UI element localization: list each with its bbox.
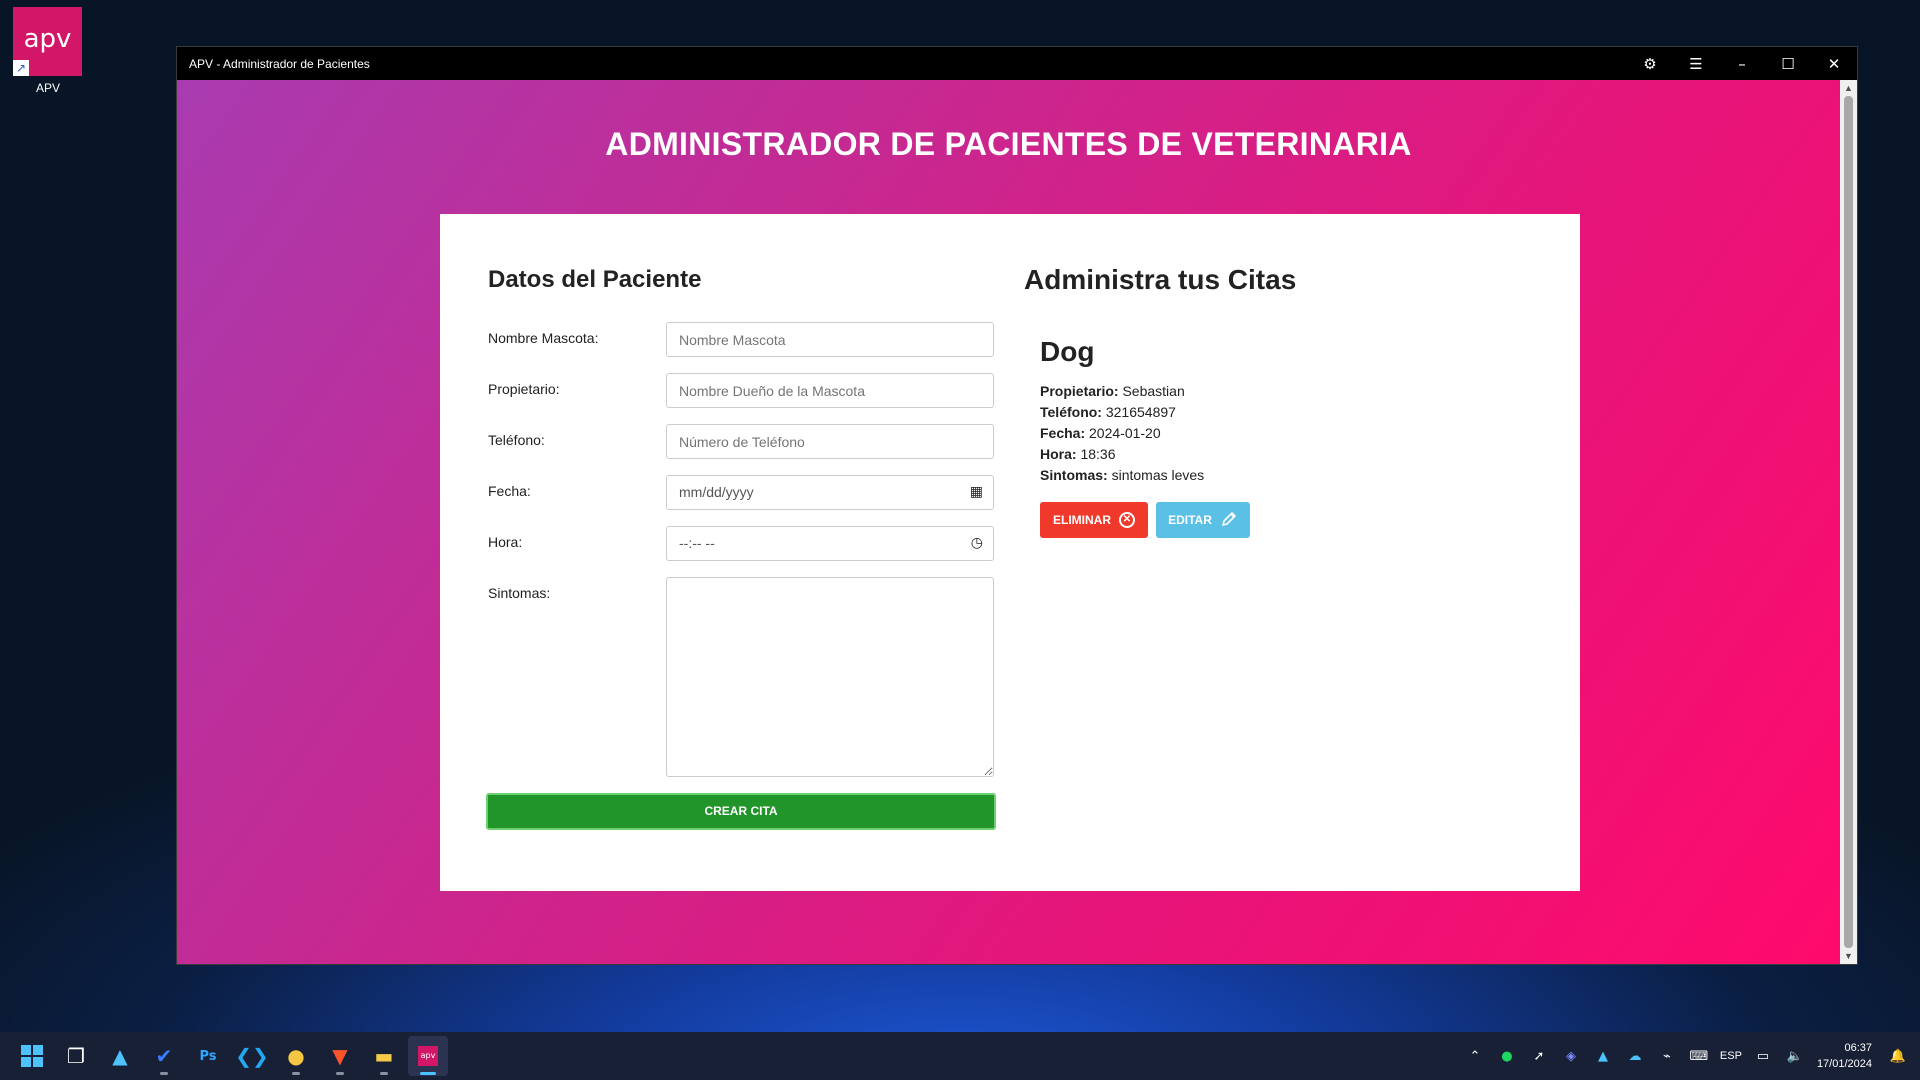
cita-propietario: Propietario: Sebastian <box>1040 383 1185 399</box>
close-icon[interactable]: ✕ <box>1811 47 1857 80</box>
notification-icon[interactable]: 🔔 <box>1882 1049 1914 1064</box>
shortcut-arrow-icon: ↗ <box>13 60 29 76</box>
clock-icon[interactable]: ◷ <box>971 527 983 560</box>
editar-button[interactable]: EDITAR <box>1156 502 1250 538</box>
mascota-label: Nombre Mascota: <box>488 330 599 346</box>
cita-sintomas-value: sintomas leves <box>1111 467 1205 483</box>
photoshop-icon[interactable]: Ps <box>188 1036 228 1076</box>
cita-hora-value: 18:36 <box>1080 446 1116 462</box>
maximize-icon[interactable]: ☐ <box>1765 47 1811 80</box>
clock-time: 06:37 <box>1844 1042 1872 1054</box>
shield-icon[interactable]: ◈ <box>1555 1049 1587 1064</box>
propietario-input[interactable] <box>666 373 994 408</box>
shortcut-label: APV <box>35 81 60 95</box>
cita-fecha: Fecha: 2024-01-20 <box>1040 425 1161 441</box>
circle-x-icon: ✕ <box>1119 512 1135 528</box>
extensions-icon[interactable]: ⚙ <box>1627 47 1673 80</box>
brave-icon[interactable]: ▼ <box>320 1036 360 1076</box>
propietario-label: Propietario: <box>488 381 560 397</box>
window-titlebar[interactable]: APV - Administrador de Pacientes ⚙ ☰ – ☐… <box>177 47 1857 80</box>
task-view-icon[interactable]: ❐ <box>56 1036 96 1076</box>
cita-telefono-value: 321654897 <box>1105 404 1176 420</box>
minimize-icon[interactable]: – <box>1719 47 1765 80</box>
store-tray-icon[interactable]: ▲ <box>1587 1049 1619 1064</box>
calendar-icon[interactable]: ▦ <box>970 476 983 509</box>
cita-pet-name: Dog <box>1040 336 1095 367</box>
vscode-icon[interactable]: ❮❯ <box>232 1036 272 1076</box>
apv-icon[interactable]: apv <box>408 1036 448 1076</box>
hardware-icon[interactable]: ⌁ <box>1651 1049 1683 1064</box>
citas-title: Administra tus Citas <box>1024 264 1297 295</box>
scroll-down-icon[interactable]: ▼ <box>1840 951 1857 961</box>
page-heading: ADMINISTRADOR DE PACIENTES DE VETERINARI… <box>605 126 1412 162</box>
cita-telefono: Teléfono: 321654897 <box>1040 404 1176 420</box>
hora-input[interactable]: --:-- -- ◷ <box>666 526 994 561</box>
chevron-up-icon[interactable]: ⌃ <box>1459 1049 1491 1064</box>
paint-icon[interactable]: ● <box>276 1036 316 1076</box>
taskbar: ❐ ▲ ✔ Ps ❮❯ ● ▼ ▬ apv ⌃ ● ➚ ◈ ▲ ☁ ⌁ ⌨ ES… <box>0 1032 1920 1080</box>
telefono-input[interactable] <box>666 424 994 459</box>
main-panel: Datos del Paciente Nombre Mascota: Propi… <box>440 214 1580 891</box>
fecha-input-value: mm/dd/yyyy <box>679 484 754 500</box>
system-tray: ⌃ ● ➚ ◈ ▲ ☁ ⌁ ⌨ ESP ▭ 🔈 06:37 17/01/2024… <box>1459 1040 1920 1072</box>
sintomas-textarea[interactable] <box>666 577 994 777</box>
keyboard-icon[interactable]: ⌨ <box>1683 1049 1715 1064</box>
todo-icon[interactable]: ✔ <box>144 1036 184 1076</box>
menu-icon[interactable]: ☰ <box>1673 47 1719 80</box>
form-title: Datos del Paciente <box>488 266 702 293</box>
crear-cita-button[interactable]: CREAR CITA <box>486 793 996 830</box>
eliminar-button[interactable]: ELIMINAR ✕ <box>1040 502 1148 538</box>
network-icon[interactable]: ▭ <box>1747 1049 1779 1064</box>
spotify-icon[interactable]: ● <box>1491 1049 1523 1064</box>
desktop-shortcut-apv[interactable]: apv ↗ APV <box>13 7 83 95</box>
sintomas-label: Sintomas: <box>488 585 551 601</box>
apv-shortcut-logo-text: apv <box>23 24 72 54</box>
volume-icon[interactable]: 🔈 <box>1779 1049 1811 1064</box>
editar-label: EDITAR <box>1168 513 1212 527</box>
app-store-icon[interactable]: ▲ <box>100 1036 140 1076</box>
cita-sintomas: Sintomas: sintomas leves <box>1040 467 1204 483</box>
cita-propietario-label: Propietario: <box>1040 383 1119 399</box>
cita-telefono-label: Teléfono: <box>1040 404 1102 420</box>
onedrive-icon[interactable]: ☁ <box>1619 1049 1651 1064</box>
fecha-label: Fecha: <box>488 483 531 499</box>
page-content: ADMINISTRADOR DE PACIENTES DE VETERINARI… <box>177 80 1857 964</box>
scrollbar-thumb[interactable] <box>1844 96 1853 948</box>
cita-fecha-value: 2024-01-20 <box>1089 425 1161 441</box>
start-icon[interactable] <box>12 1036 52 1076</box>
vertical-scrollbar[interactable]: ▲ ▼ <box>1840 80 1857 964</box>
cita-hora-label: Hora: <box>1040 446 1077 462</box>
hora-input-value: --:-- -- <box>679 535 715 551</box>
mascota-input[interactable] <box>666 322 994 357</box>
telefono-label: Teléfono: <box>488 432 545 448</box>
window-title: APV - Administrador de Pacientes <box>189 56 370 71</box>
cita-sintomas-label: Sintomas: <box>1040 467 1108 483</box>
file-explorer-icon[interactable]: ▬ <box>364 1036 404 1076</box>
tray-app-icon[interactable]: ➚ <box>1523 1049 1555 1064</box>
cita-fecha-label: Fecha: <box>1040 425 1086 441</box>
scroll-up-icon[interactable]: ▲ <box>1840 83 1857 93</box>
eliminar-label: ELIMINAR <box>1053 513 1111 527</box>
hora-label: Hora: <box>488 534 523 550</box>
apv-shortcut-tile: apv ↗ <box>13 7 82 76</box>
app-window: APV - Administrador de Pacientes ⚙ ☰ – ☐… <box>176 46 1858 965</box>
fecha-input[interactable]: mm/dd/yyyy ▦ <box>666 475 994 510</box>
pencil-icon <box>1220 510 1238 531</box>
clock[interactable]: 06:37 17/01/2024 <box>1817 1040 1872 1072</box>
cita-propietario-value: Sebastian <box>1122 383 1185 399</box>
language-indicator[interactable]: ESP <box>1715 1050 1747 1062</box>
cita-hora: Hora: 18:36 <box>1040 446 1116 462</box>
clock-date: 17/01/2024 <box>1816 1058 1872 1070</box>
